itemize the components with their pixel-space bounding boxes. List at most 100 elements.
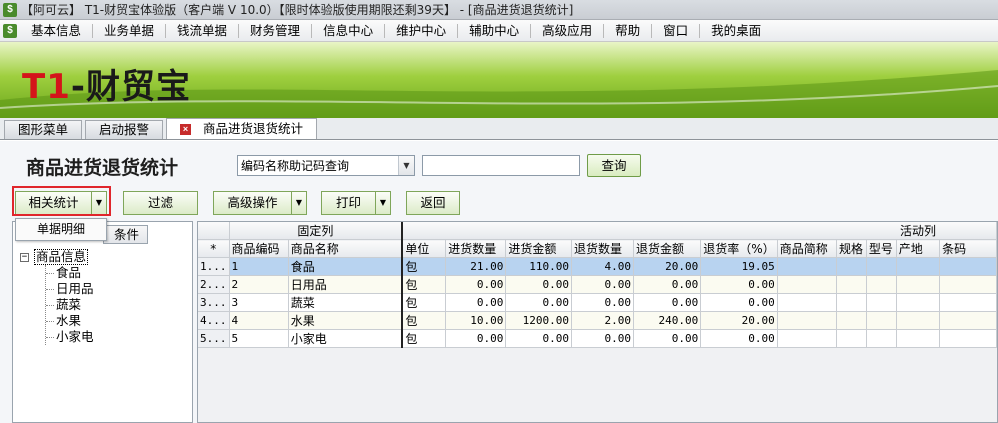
cell-return-qty[interactable]: 2.00 xyxy=(571,311,634,330)
app-menu-icon[interactable]: $ xyxy=(3,23,17,38)
table-row[interactable]: 2... 2 日用品 包 0.00 0.00 0.00 0.00 0.00 xyxy=(198,275,997,294)
cell-barcode[interactable] xyxy=(939,257,997,276)
tab-purchase-return-stats[interactable]: × 商品进货退货统计 xyxy=(166,118,318,139)
cell-return-amount[interactable]: 0.00 xyxy=(633,293,702,312)
cell-unit[interactable]: 包 xyxy=(402,275,447,294)
tab-conditions[interactable]: 条件 xyxy=(103,225,148,244)
cell-code[interactable]: 1 xyxy=(229,257,289,276)
cell-return-qty[interactable]: 0.00 xyxy=(571,275,634,294)
column-header-origin[interactable]: 产地 xyxy=(896,239,941,258)
cell-spec[interactable] xyxy=(836,257,867,276)
cell-spec[interactable] xyxy=(836,329,867,348)
column-header-name[interactable]: 商品名称 xyxy=(288,239,404,258)
cell-return-rate[interactable]: 0.00 xyxy=(700,293,778,312)
column-header-return-rate[interactable]: 退货率（%） xyxy=(700,239,778,258)
cell-barcode[interactable] xyxy=(939,311,997,330)
table-row[interactable]: 4... 4 水果 包 10.00 1200.00 2.00 240.00 20… xyxy=(198,311,997,330)
cell-model[interactable] xyxy=(866,293,897,312)
row-number[interactable]: 2... xyxy=(198,275,230,294)
tab-startup-alert[interactable]: 启动报警 xyxy=(85,120,164,139)
column-header-in-qty[interactable]: 进货数量 xyxy=(445,239,507,258)
chevron-down-icon[interactable]: ▼ xyxy=(398,156,414,175)
column-header-spec[interactable]: 规格 xyxy=(836,239,867,258)
cell-code[interactable]: 3 xyxy=(229,293,289,312)
tree-node-daily-goods[interactable]: 日用品 xyxy=(46,281,94,297)
cell-spec[interactable] xyxy=(836,275,867,294)
cell-return-qty[interactable]: 0.00 xyxy=(571,329,634,348)
cell-origin[interactable] xyxy=(896,275,941,294)
cell-in-amount[interactable]: 0.00 xyxy=(505,293,572,312)
cell-short-name[interactable] xyxy=(777,329,837,348)
close-tab-icon[interactable]: × xyxy=(180,123,192,135)
back-button[interactable]: 返回 xyxy=(406,191,460,215)
tree-node-food[interactable]: 食品 xyxy=(46,265,94,281)
cell-origin[interactable] xyxy=(896,293,941,312)
cell-return-amount[interactable]: 0.00 xyxy=(633,275,702,294)
search-mode-select[interactable]: 编码名称助记码查询 ▼ xyxy=(237,155,415,176)
cell-origin[interactable] xyxy=(896,257,941,276)
row-number[interactable]: 3... xyxy=(198,293,230,312)
column-header-unit[interactable]: 单位 xyxy=(402,239,447,258)
cell-return-rate[interactable]: 0.00 xyxy=(700,275,778,294)
menu-item-document-detail[interactable]: 单据明细 xyxy=(15,218,107,241)
chevron-down-icon[interactable]: ▼ xyxy=(291,192,306,214)
cell-name[interactable]: 小家电 xyxy=(288,329,404,348)
menu-info-center[interactable]: 信息中心 xyxy=(312,23,386,38)
column-header-barcode[interactable]: 条码 xyxy=(939,239,997,258)
column-header-return-qty[interactable]: 退货数量 xyxy=(571,239,634,258)
collapse-icon[interactable]: − xyxy=(20,252,29,262)
menu-help[interactable]: 帮助 xyxy=(604,23,653,38)
cell-origin[interactable] xyxy=(896,329,941,348)
cell-name[interactable]: 水果 xyxy=(288,311,404,330)
menu-cashflow-docs[interactable]: 钱流单据 xyxy=(166,23,240,38)
cell-barcode[interactable] xyxy=(939,275,997,294)
cell-model[interactable] xyxy=(866,329,897,348)
tree-root[interactable]: − 商品信息 xyxy=(20,249,94,265)
menu-my-desktop[interactable]: 我的桌面 xyxy=(700,23,772,38)
cell-in-qty[interactable]: 10.00 xyxy=(445,311,507,330)
cell-unit[interactable]: 包 xyxy=(402,329,447,348)
cell-unit[interactable]: 包 xyxy=(402,293,447,312)
cell-return-qty[interactable]: 0.00 xyxy=(571,293,634,312)
cell-code[interactable]: 5 xyxy=(229,329,289,348)
cell-model[interactable] xyxy=(866,257,897,276)
cell-origin[interactable] xyxy=(896,311,941,330)
menu-advanced[interactable]: 高级应用 xyxy=(531,23,605,38)
column-header-model[interactable]: 型号 xyxy=(866,239,897,258)
cell-short-name[interactable] xyxy=(777,257,837,276)
cell-spec[interactable] xyxy=(836,311,867,330)
column-header-return-amount[interactable]: 退货金额 xyxy=(633,239,702,258)
cell-name[interactable]: 蔬菜 xyxy=(288,293,404,312)
row-number[interactable]: 5... xyxy=(198,329,230,348)
column-header-short-name[interactable]: 商品简称 xyxy=(777,239,837,258)
cell-in-amount[interactable]: 0.00 xyxy=(505,329,572,348)
filter-button[interactable]: 过滤 xyxy=(123,191,198,215)
tab-graphic-menu[interactable]: 图形菜单 xyxy=(4,120,83,139)
menu-business-docs[interactable]: 业务单据 xyxy=(93,23,167,38)
menu-window[interactable]: 窗口 xyxy=(652,23,701,38)
cell-return-qty[interactable]: 4.00 xyxy=(571,257,634,276)
cell-return-amount[interactable]: 240.00 xyxy=(633,311,702,330)
cell-short-name[interactable] xyxy=(777,311,837,330)
table-row[interactable]: 1... 1 食品 包 21.00 110.00 4.00 20.00 19.0… xyxy=(198,257,997,276)
cell-name[interactable]: 日用品 xyxy=(288,275,404,294)
print-button[interactable]: 打印 ▼ xyxy=(321,191,391,215)
chevron-down-icon[interactable]: ▼ xyxy=(375,192,390,214)
cell-return-rate[interactable]: 19.05 xyxy=(700,257,778,276)
row-selector-header[interactable]: * xyxy=(198,239,230,258)
search-input[interactable] xyxy=(422,155,580,176)
table-row[interactable]: 5... 5 小家电 包 0.00 0.00 0.00 0.00 0.00 xyxy=(198,329,997,348)
cell-model[interactable] xyxy=(866,311,897,330)
cell-code[interactable]: 4 xyxy=(229,311,289,330)
menu-maintenance[interactable]: 维护中心 xyxy=(385,23,459,38)
cell-return-amount[interactable]: 0.00 xyxy=(633,329,702,348)
cell-in-qty[interactable]: 0.00 xyxy=(445,293,507,312)
query-button[interactable]: 查询 xyxy=(587,154,641,177)
menu-basic-info[interactable]: 基本信息 xyxy=(20,23,94,38)
cell-return-rate[interactable]: 20.00 xyxy=(700,311,778,330)
cell-in-amount[interactable]: 0.00 xyxy=(505,275,572,294)
cell-in-amount[interactable]: 1200.00 xyxy=(505,311,572,330)
cell-return-amount[interactable]: 20.00 xyxy=(633,257,702,276)
cell-barcode[interactable] xyxy=(939,329,997,348)
cell-model[interactable] xyxy=(866,275,897,294)
